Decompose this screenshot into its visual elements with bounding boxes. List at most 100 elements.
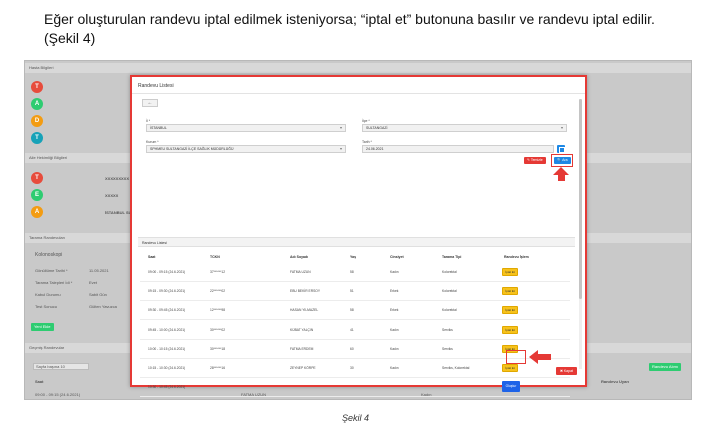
bg-add-button[interactable]: Yeni Ekle bbox=[31, 323, 54, 331]
calendar-icon[interactable] bbox=[557, 145, 565, 153]
intro-line-1: Eğer oluşturulan randevu iptal edilmek i… bbox=[44, 11, 655, 27]
modal-title: Randevu Listesi bbox=[138, 83, 174, 89]
create-appointment-button[interactable]: Oluştur bbox=[502, 381, 520, 393]
tarih-label: Tarih * bbox=[362, 140, 372, 144]
cell-tip: Serviks bbox=[442, 346, 453, 351]
cell-yas: 30 bbox=[350, 366, 354, 370]
cell-saat: 10:15 - 10:30 (24.6.2021) bbox=[148, 366, 186, 370]
bg-form-label-4: Test Sonucu bbox=[35, 304, 58, 309]
cell-yas: 58 bbox=[350, 270, 354, 274]
cell-tckn: 12******98 bbox=[210, 308, 226, 313]
arrow-left-stem bbox=[537, 354, 551, 360]
cancel-appointment-button[interactable]: İptal Et bbox=[502, 364, 518, 372]
cell-saat: 09:45 - 10:00 (24.6.2021) bbox=[148, 327, 186, 332]
cell-cins: Kadın bbox=[390, 346, 399, 351]
cell-cins: Kadın bbox=[390, 270, 399, 274]
bg-form-value-4: Gülten Yavuzca bbox=[89, 304, 117, 309]
cell-tckn: 37******12 bbox=[210, 270, 226, 274]
cell-saat: 10:00 - 10:15 (24.6.2021) bbox=[148, 346, 186, 351]
close-button[interactable]: ✖ Kapat bbox=[555, 367, 577, 375]
chevron-down-icon: ▾ bbox=[339, 125, 342, 130]
kurum-select[interactable]: SPHMEU SULTANGAZİ İLÇE SAĞLIK MÜDÜRLÜĞÜ ▾ bbox=[146, 145, 346, 153]
col-yas: Yaş bbox=[350, 255, 357, 259]
cancel-appointment-button[interactable]: İptal Et bbox=[502, 325, 518, 334]
kurum-label: Kurum * bbox=[146, 140, 159, 144]
cell-tip: Kolorektal bbox=[442, 270, 457, 274]
arrow-up-icon bbox=[553, 167, 569, 175]
cell-cins: Erkek bbox=[390, 289, 399, 294]
col-saat: Saat bbox=[148, 255, 156, 259]
bg-section-hasta: Hasta Bilgileri bbox=[25, 63, 691, 73]
table-row: 10:45 - 11:00 (24.6.2021)17******02ZEKİY… bbox=[140, 397, 570, 399]
col-randevu-islem: Randevu İşlem bbox=[504, 255, 529, 259]
bg-form-label-3: Kabul Durumu bbox=[35, 292, 61, 297]
bg-form-label-1: Gönüllüme Tarihi * bbox=[35, 268, 68, 273]
cell-tip: Kolorektal bbox=[442, 289, 457, 294]
clear-button[interactable]: ✎ Temizle bbox=[524, 157, 546, 164]
cell-tckn: 22******02 bbox=[210, 289, 226, 294]
table-row: 09:45 - 10:00 (24.6.2021) 30******02 KÜBAT… bbox=[140, 321, 570, 340]
randevu-listesi-modal: Randevu Listesi ← İl * İSTANBUL ▾ İlçe * … bbox=[130, 75, 587, 398]
bg-circle-1: T bbox=[31, 81, 43, 93]
cell-tckn: 30******02 bbox=[210, 327, 226, 332]
cell-yas: 60 bbox=[350, 346, 354, 351]
ilce-value: SULTANGAZİ bbox=[366, 126, 388, 130]
bg-circle-2: A bbox=[31, 98, 43, 110]
list-header: Randevu Listesi bbox=[138, 237, 575, 247]
bg-form-value-1: 11.05.2021 bbox=[89, 268, 109, 273]
bg-form-label-2: Tarama Talepleri İdi * bbox=[35, 280, 73, 285]
cancel-appointment-button[interactable]: İptal Et bbox=[502, 287, 518, 296]
il-select[interactable]: İSTANBUL ▾ bbox=[146, 124, 346, 132]
chevron-down-icon: ▾ bbox=[339, 146, 342, 151]
intro-text: Eğer oluşturulan randevu iptal edilmek i… bbox=[44, 10, 694, 48]
bg-tab: Kolonoskopi bbox=[35, 252, 63, 258]
intro-line-2: (Şekil 4) bbox=[44, 30, 96, 46]
bg-circle-3: D bbox=[31, 115, 43, 127]
list-header-label: Randevu Listesi bbox=[142, 241, 167, 245]
cell-cins: Kadın bbox=[390, 327, 399, 332]
cell-ad: EBU BEKİR ERSOY bbox=[290, 289, 321, 294]
il-label: İl * bbox=[146, 119, 151, 123]
il-value: İSTANBUL bbox=[150, 126, 167, 130]
bg-right-button[interactable]: Randevu Alımı bbox=[649, 363, 682, 371]
cell-saat: 09:15 - 09:30 (24.6.2021) bbox=[148, 289, 186, 294]
cell-cins: Erkek bbox=[390, 308, 399, 313]
bg-cell-1: 09:00 - 09:15 (24.6.2021) bbox=[35, 392, 81, 397]
cell-saat: 10:30 - 10:45 (24.6.2021) bbox=[148, 385, 186, 390]
cell-yas: 58 bbox=[350, 308, 354, 313]
ilce-select[interactable]: SULTANGAZİ ▾ bbox=[362, 124, 567, 132]
back-button[interactable]: ← bbox=[142, 99, 158, 107]
cell-tip: Kolorektal bbox=[442, 308, 457, 313]
col-cinsiyet: Cinsiyet bbox=[390, 255, 404, 259]
arrow-up-stem bbox=[557, 175, 565, 181]
embedded-screenshot: Hasta Bilgileri T A D T Aile Hekimliği B… bbox=[24, 60, 692, 400]
cell-tckn: 28******16 bbox=[210, 366, 226, 370]
cell-ad: KÜBAT YALÇIN bbox=[290, 327, 314, 332]
ilce-label: İlçe * bbox=[362, 119, 370, 123]
bg-masked-2: XXXXX bbox=[105, 193, 119, 198]
col-tarama-tipi: Tarama Tipi bbox=[442, 255, 462, 259]
kurum-value: SPHMEU SULTANGAZİ İLÇE SAĞLIK MÜDÜRLÜĞÜ bbox=[150, 147, 234, 151]
cell-saat: 09:30 - 09:45 (24.6.2021) bbox=[148, 308, 186, 313]
bg-circle-6: E bbox=[31, 189, 43, 201]
cell-tip: Serviks bbox=[442, 327, 453, 332]
cell-cins: Kadın bbox=[390, 366, 399, 370]
bg-circle-5: T bbox=[31, 172, 43, 184]
cell-ad: ZEYNEP KÖRPE bbox=[290, 366, 316, 370]
cancel-highlight-box bbox=[506, 350, 526, 364]
cancel-appointment-button[interactable]: İptal Et bbox=[502, 306, 518, 315]
bg-form-value-3: Sabit Gün bbox=[89, 292, 107, 297]
bg-col-2: Randevu Uyarı bbox=[601, 379, 630, 384]
modal-scrollbar[interactable] bbox=[579, 99, 582, 369]
bg-masked-1: XXXXXXXXX bbox=[105, 176, 130, 181]
cell-yas: 41 bbox=[350, 327, 354, 332]
cell-ad: FATMA UZUN bbox=[290, 270, 311, 274]
bg-per-page-label: Sayfa başına 10 bbox=[36, 364, 65, 369]
cell-saat: 09:00 - 09:15 (24.6.2021) bbox=[148, 270, 186, 274]
table-row: 09:30 - 09:45 (24.6.2021) 12******98 HASAN… bbox=[140, 301, 570, 321]
figure-caption: Şekil 4 bbox=[341, 413, 369, 423]
tarih-input[interactable]: 24.06.2021 bbox=[362, 145, 554, 153]
cancel-appointment-button[interactable]: İptal Et bbox=[502, 268, 518, 276]
cell-ad: FATMA ERDEM bbox=[290, 346, 314, 351]
cell-tckn: 30******18 bbox=[210, 346, 226, 351]
